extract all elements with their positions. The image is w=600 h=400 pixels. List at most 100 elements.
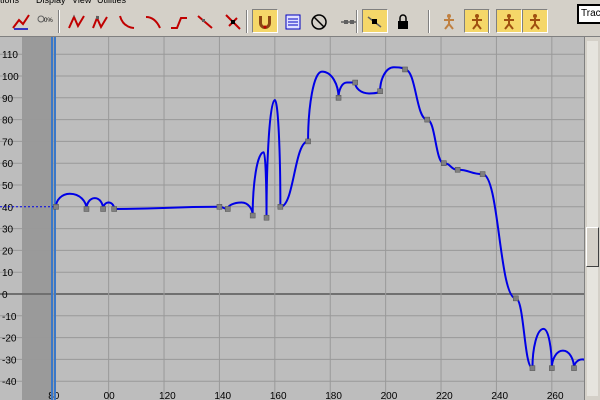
key-marker <box>352 79 358 86</box>
key-marker <box>549 365 555 371</box>
move-keys-icon <box>367 16 382 28</box>
x-tick-label: 120 <box>159 391 176 400</box>
curve-spline-icon <box>68 14 85 29</box>
no-wheel-button[interactable] <box>306 9 332 33</box>
key-marker <box>479 171 486 177</box>
curve-ease-icon <box>119 15 135 29</box>
x-tick-label: 00 <box>104 391 116 400</box>
curve-graph-svg[interactable]: 1101009080706050403020100-10-20-30-4080 0… <box>0 37 584 400</box>
y-tick-label: 30 <box>2 225 14 236</box>
move-keys-button[interactable] <box>362 9 388 33</box>
vertical-scrollbar[interactable] <box>584 37 600 400</box>
biped-rotate-button[interactable] <box>496 9 522 33</box>
curve-flat-icon <box>197 15 213 29</box>
no-wheel-icon <box>311 14 327 30</box>
x-tick-label: 180 <box>325 391 342 400</box>
curve-spline-button[interactable] <box>64 9 90 33</box>
y-tick-label: 110 <box>2 50 18 61</box>
biped-figure-icon <box>444 14 454 30</box>
pre-range-band <box>22 37 52 400</box>
key-marker <box>402 66 408 73</box>
key-tangent-icon: 0% <box>37 15 53 24</box>
biped-figure-button[interactable] <box>436 9 462 33</box>
y-tick-label: 90 <box>2 94 14 105</box>
menu-item-view[interactable]: View <box>72 0 91 5</box>
y-tick-label: 70 <box>2 137 14 148</box>
biped-scale-button[interactable] <box>522 9 548 33</box>
key-marker <box>513 295 519 302</box>
toolbar-separator <box>246 10 248 33</box>
curve-flat-button[interactable] <box>192 9 218 33</box>
key-marker <box>100 206 106 212</box>
menu-item-display[interactable]: Display <box>36 0 66 5</box>
key-marker <box>216 204 223 210</box>
scrollbar-thumb[interactable] <box>586 227 599 267</box>
break-tangent-icon <box>225 14 241 30</box>
toolbar-separator <box>58 10 60 33</box>
menu-bar: Options Display View Utilities <box>0 0 600 7</box>
key-marker <box>263 214 270 221</box>
track-view-toolbar: 0% <box>0 7 600 37</box>
lock-selection-button[interactable] <box>390 9 416 33</box>
y-tick-label: 20 <box>2 246 14 257</box>
y-tick-label: -30 <box>2 355 17 366</box>
toolbar-separator <box>428 10 430 33</box>
keyframe-stats-button[interactable] <box>280 9 306 33</box>
curve-linear-icon <box>171 17 187 29</box>
menu-item-utilities[interactable]: Utilities <box>97 0 126 5</box>
key-marker <box>571 365 577 371</box>
curve-step-button[interactable] <box>140 9 166 33</box>
x-tick-label: 240 <box>491 391 508 400</box>
biped-move-icon <box>472 14 482 30</box>
key-marker <box>83 206 90 212</box>
key-marker <box>454 166 461 173</box>
toolbar-separator <box>488 10 490 33</box>
y-tick-label: -20 <box>2 334 17 345</box>
curve-step-icon <box>145 16 161 29</box>
x-tick-label: 260 <box>547 391 564 400</box>
x-tick-label: 220 <box>436 391 453 400</box>
menu-item-options[interactable]: Options <box>0 0 19 5</box>
key-marker <box>377 88 383 95</box>
toolbar-separator <box>356 10 358 33</box>
key-tangent-button[interactable]: 0% <box>32 9 58 33</box>
y-tick-label: -40 <box>2 377 17 388</box>
y-tick-label: 0 <box>2 290 8 301</box>
y-tick-label: 50 <box>2 181 14 192</box>
key-marker <box>424 116 430 123</box>
key-marker <box>305 138 311 145</box>
biped-move-button[interactable] <box>464 9 490 33</box>
x-tick-label: 200 <box>381 391 398 400</box>
x-tick-label: 160 <box>270 391 287 400</box>
y-tick-label: 80 <box>2 116 14 127</box>
curve-editor-graph[interactable]: 110 100 90 80 70 60 50 40 30 20 10 0 -10 -20 -30 -40 80 0… <box>0 37 584 400</box>
magnet-lock-icon <box>259 16 271 29</box>
key-edit-icon <box>12 14 30 30</box>
key-marker <box>224 206 231 212</box>
y-tick-label: 100 <box>2 72 19 83</box>
y-tick-label: 10 <box>2 268 14 279</box>
key-marker <box>277 204 284 210</box>
key-marker <box>53 204 59 210</box>
lock-selection-icon <box>398 14 408 29</box>
value-axis-band <box>0 37 22 400</box>
curve-clamped-button[interactable] <box>88 9 114 33</box>
curve-clamped-icon <box>92 15 108 30</box>
key-marker <box>529 365 536 371</box>
select-keys-button[interactable] <box>336 9 362 33</box>
magnet-lock-button[interactable] <box>252 9 278 33</box>
keyframe-stats-icon <box>285 14 301 30</box>
scrollbar-track[interactable] <box>587 41 598 396</box>
track-name-field[interactable]: Trac <box>577 4 600 24</box>
key-marker <box>111 206 117 212</box>
curve-linear-button[interactable] <box>166 9 192 33</box>
break-tangent-button[interactable] <box>220 9 246 33</box>
x-tick-label: 140 <box>214 391 231 400</box>
key-edit-button[interactable] <box>8 9 34 33</box>
biped-rotate-icon <box>504 14 514 30</box>
y-tick-label: 60 <box>2 159 14 170</box>
key-marker <box>441 160 447 166</box>
key-marker <box>249 212 256 219</box>
key-marker <box>335 95 342 101</box>
curve-ease-button[interactable] <box>114 9 140 33</box>
